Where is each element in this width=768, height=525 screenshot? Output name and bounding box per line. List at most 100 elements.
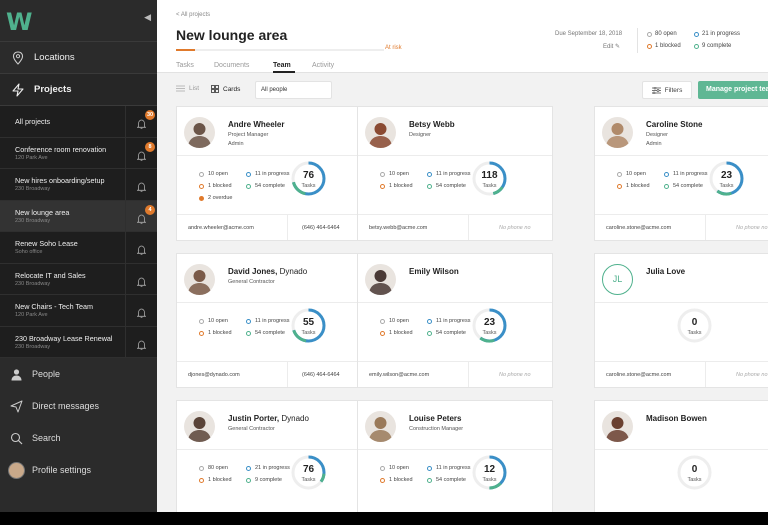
project-list: All projects 30 Conference room renovati…	[0, 106, 157, 358]
member-phone[interactable]: No phone no	[736, 225, 768, 231]
app-logo[interactable]: W	[6, 8, 33, 36]
manage-team-button[interactable]: Manage project team	[698, 81, 768, 99]
task-label: Tasks	[482, 330, 497, 336]
cards-view-button[interactable]: Cards	[211, 85, 240, 93]
member-card[interactable]: Madison Bowen 0 Tasks	[594, 400, 768, 512]
member-card[interactable]: Louise Peters Construction Manager 10 open…	[357, 400, 553, 512]
member-phone[interactable]: (646) 464-6464	[302, 225, 340, 231]
project-name: New lounge area	[15, 207, 70, 217]
stat-complete: 9 complete	[694, 43, 731, 49]
lightning-icon	[8, 82, 28, 97]
card-divider	[177, 361, 371, 362]
stat-in-progress-text: 21 in progress	[702, 31, 741, 37]
project-name: 230 Broadway Lease Renewal	[15, 333, 113, 343]
member-in-progress: 11 in progress	[427, 171, 470, 177]
nav-search[interactable]: Search	[0, 422, 157, 454]
list-view-button[interactable]: List	[176, 85, 199, 92]
overdue-dot-icon	[199, 195, 204, 201]
project-address: 230 Broadway	[15, 280, 51, 287]
breadcrumb[interactable]: < All projects	[176, 12, 210, 18]
tab-documents[interactable]: Documents	[214, 62, 249, 69]
toolbar: List Cards All people Filters Manage pro…	[157, 73, 768, 106]
blocked-dot-icon	[380, 477, 385, 483]
bell-icon[interactable]	[136, 148, 147, 166]
bell-icon[interactable]	[136, 305, 147, 323]
avatar	[365, 117, 396, 148]
project-item[interactable]: 230 Broadway Lease Renewal 230 Broadway	[0, 326, 157, 358]
project-item[interactable]: Conference room renovation 120 Park Ave …	[0, 137, 157, 169]
bell-icon[interactable]	[136, 211, 147, 229]
project-item[interactable]: Relocate IT and Sales 230 Broadway	[0, 263, 157, 295]
tab-team[interactable]: Team	[273, 62, 291, 69]
member-phone[interactable]: (646) 464-6464	[302, 372, 340, 378]
footer-divider	[468, 215, 469, 240]
edit-link[interactable]: Edit ✎	[603, 43, 620, 50]
bell-icon[interactable]	[136, 274, 147, 292]
member-card[interactable]: Justin Porter, Dynado General Contractor 8…	[176, 400, 372, 512]
member-blocked: 1 blocked	[199, 183, 232, 189]
member-email[interactable]: djones@dynado.com	[188, 372, 240, 378]
member-in-progress: 11 in progress	[246, 318, 289, 324]
collapse-icon[interactable]: ◀	[144, 12, 151, 23]
bell-icon[interactable]	[136, 116, 147, 134]
project-item[interactable]: New Chairs - Tech Team 120 Park Ave	[0, 295, 157, 327]
member-email[interactable]: caroline.stone@acme.com	[606, 225, 671, 231]
project-item-active[interactable]: New lounge area 230 Broadway 4	[0, 200, 157, 232]
nav-messages[interactable]: Direct messages	[0, 390, 157, 422]
member-email[interactable]: caroline.stone@acme.com	[606, 372, 671, 378]
nav-locations[interactable]: Locations	[0, 42, 157, 74]
member-email[interactable]: emily.wilson@acme.com	[369, 372, 429, 378]
stat-complete-text: 9 complete	[702, 43, 732, 49]
member-phone[interactable]: No phone no	[736, 372, 768, 378]
member-name: David Jones, Dynado	[228, 267, 307, 276]
member-blocked-text: 1 blocked	[208, 183, 232, 189]
member-blocked: 1 blocked	[199, 477, 232, 483]
member-role: General Contractor	[228, 426, 275, 432]
nav-people[interactable]: People	[0, 358, 157, 390]
member-email[interactable]: andre.wheeler@acme.com	[188, 225, 254, 231]
member-blocked: 1 blocked	[380, 477, 413, 483]
member-blocked: 1 blocked	[380, 330, 413, 336]
member-name: Caroline Stone	[646, 120, 702, 129]
project-item[interactable]: All projects 30	[0, 106, 157, 138]
open-dot-icon	[647, 31, 652, 37]
member-open: 10 open	[380, 465, 409, 471]
member-open-text: 10 open	[208, 318, 228, 324]
nav-projects[interactable]: Projects	[0, 74, 157, 106]
project-item[interactable]: Renew Soho Lease Soho office	[0, 232, 157, 264]
stat-in-progress: 21 in progress	[694, 31, 740, 37]
member-phone[interactable]: No phone no	[499, 372, 531, 378]
member-card[interactable]: Emily Wilson 10 open 11 in progress 1 block…	[357, 253, 553, 388]
member-role: Construction Manager	[409, 426, 464, 432]
tab-activity[interactable]: Activity	[312, 62, 334, 69]
member-card[interactable]: David Jones, Dynado General Contractor 10 …	[176, 253, 372, 388]
nav-profile[interactable]: Profile settings	[0, 454, 157, 486]
footer-divider	[287, 215, 288, 240]
member-complete-text: 54 complete	[255, 330, 285, 336]
project-item[interactable]: New hires onboarding/setup 230 Broadway	[0, 169, 157, 201]
member-in-progress: 11 in progress	[427, 465, 470, 471]
bell-icon[interactable]	[136, 337, 147, 355]
member-card[interactable]: Betsy Webb Designer 10 open 11 in progress 1…	[357, 106, 553, 241]
card-divider	[595, 302, 768, 303]
member-complete: 54 complete	[427, 477, 466, 483]
member-email[interactable]: betsy.webb@acme.com	[369, 225, 427, 231]
member-card[interactable]: JL Julia Love 0 Tasks caroline.stone@acme.c…	[594, 253, 768, 388]
member-in-progress-text: 21 in progress	[255, 465, 290, 471]
filters-button[interactable]: Filters	[642, 81, 692, 99]
member-phone[interactable]: No phone no	[499, 225, 531, 231]
tab-tasks[interactable]: Tasks	[176, 62, 194, 69]
member-blocked: 1 blocked	[199, 330, 232, 336]
member-card[interactable]: Andre Wheeler Project Manager Admin 10 open…	[176, 106, 372, 241]
profile-avatar	[6, 461, 26, 479]
people-filter-select[interactable]: All people	[255, 81, 332, 99]
bell-icon[interactable]	[136, 179, 147, 197]
bell-icon[interactable]	[136, 242, 147, 260]
project-address: 120 Park Ave	[15, 154, 48, 161]
member-card[interactable]: Caroline Stone Designer Admin 10 open 11 in …	[594, 106, 768, 241]
task-label: Tasks	[687, 477, 702, 483]
card-divider	[177, 302, 371, 303]
nav-profile-label: Profile settings	[32, 465, 92, 475]
member-blocked-text: 1 blocked	[389, 330, 413, 336]
nav-projects-label: Projects	[34, 84, 72, 95]
